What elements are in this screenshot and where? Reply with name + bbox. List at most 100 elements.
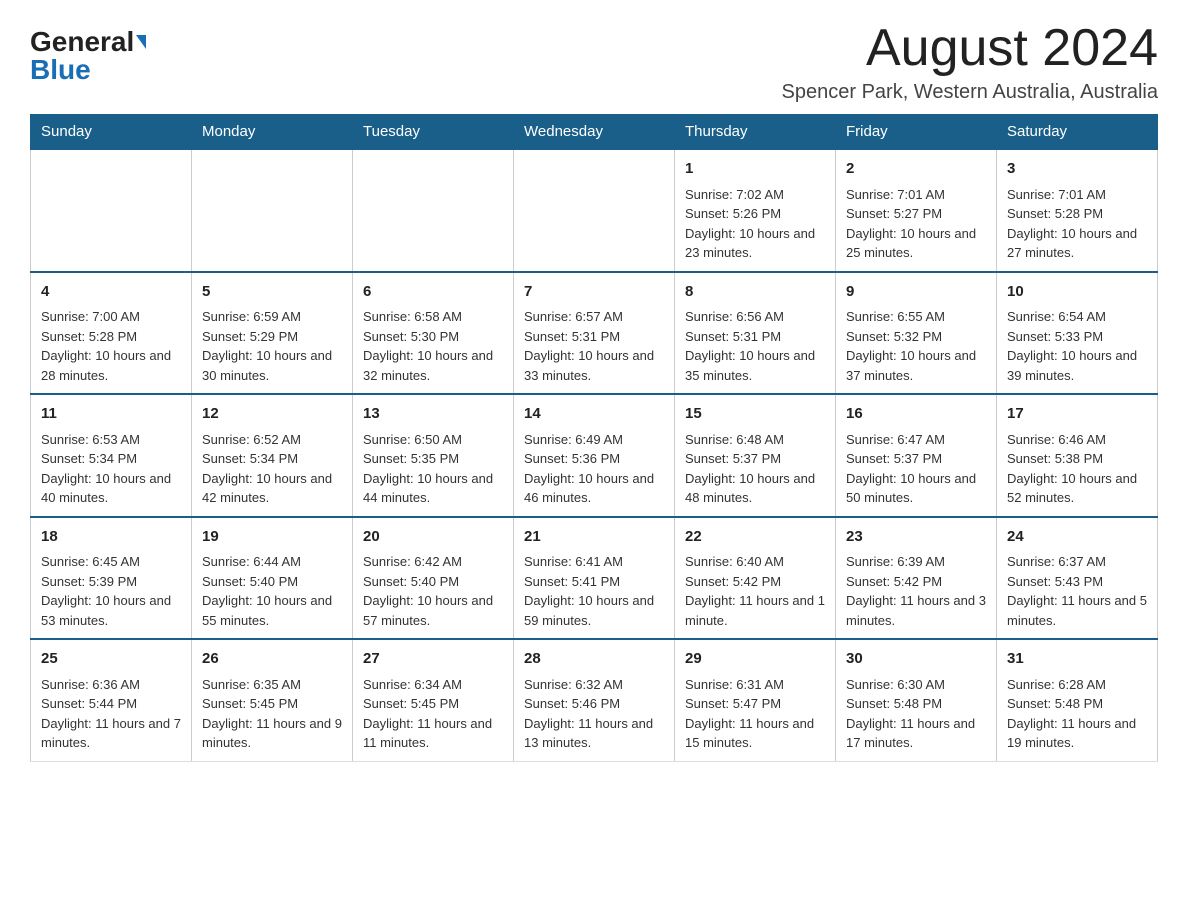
calendar-cell: 20 Sunrise: 6:42 AMSunset: 5:40 PMDayligh… (353, 517, 514, 640)
calendar-cell: 9 Sunrise: 6:55 AMSunset: 5:32 PMDaylight… (836, 272, 997, 395)
weekday-header-monday: Monday (192, 115, 353, 150)
calendar-cell: 10 Sunrise: 6:54 AMSunset: 5:33 PMDayligh… (997, 272, 1158, 395)
calendar-cell: 12 Sunrise: 6:52 AMSunset: 5:34 PMDayligh… (192, 394, 353, 517)
logo: General Blue (30, 28, 146, 84)
day-number: 3 (1007, 158, 1147, 181)
day-info: Sunrise: 6:32 AMSunset: 5:46 PMDaylight:… (524, 675, 664, 753)
day-info: Sunrise: 6:30 AMSunset: 5:48 PMDaylight:… (846, 675, 986, 753)
day-info: Sunrise: 6:28 AMSunset: 5:48 PMDaylight:… (1007, 675, 1147, 753)
calendar-cell: 16 Sunrise: 6:47 AMSunset: 5:37 PMDayligh… (836, 394, 997, 517)
calendar-cell (353, 149, 514, 272)
day-info: Sunrise: 6:44 AMSunset: 5:40 PMDaylight:… (202, 552, 342, 630)
calendar-cell: 30 Sunrise: 6:30 AMSunset: 5:48 PMDayligh… (836, 639, 997, 761)
calendar-cell (514, 149, 675, 272)
day-number: 10 (1007, 281, 1147, 304)
day-info: Sunrise: 6:55 AMSunset: 5:32 PMDaylight:… (846, 307, 986, 385)
day-number: 24 (1007, 526, 1147, 549)
calendar-cell: 28 Sunrise: 6:32 AMSunset: 5:46 PMDayligh… (514, 639, 675, 761)
weekday-header-saturday: Saturday (997, 115, 1158, 150)
day-info: Sunrise: 6:45 AMSunset: 5:39 PMDaylight:… (41, 552, 181, 630)
day-number: 18 (41, 526, 181, 549)
calendar-cell: 24 Sunrise: 6:37 AMSunset: 5:43 PMDayligh… (997, 517, 1158, 640)
day-number: 7 (524, 281, 664, 304)
day-info: Sunrise: 6:31 AMSunset: 5:47 PMDaylight:… (685, 675, 825, 753)
calendar-cell: 3Sunrise: 7:01 AMSunset: 5:28 PMDaylight… (997, 149, 1158, 272)
day-number: 23 (846, 526, 986, 549)
day-number: 28 (524, 648, 664, 671)
calendar-table: SundayMondayTuesdayWednesdayThursdayFrid… (30, 114, 1158, 762)
day-number: 31 (1007, 648, 1147, 671)
day-info: Sunrise: 6:57 AMSunset: 5:31 PMDaylight:… (524, 307, 664, 385)
day-info: Sunrise: 7:01 AMSunset: 5:27 PMDaylight:… (846, 185, 986, 263)
calendar-week-row: 1 Sunrise: 7:02 AMSunset: 5:26 PMDaylight… (31, 149, 1158, 272)
day-number: 5 (202, 281, 342, 304)
calendar-title: August 2024 (782, 20, 1158, 77)
weekday-header-wednesday: Wednesday (514, 115, 675, 150)
day-info: Sunrise: 7:00 AMSunset: 5:28 PMDaylight:… (41, 307, 181, 385)
day-info: Sunrise: 6:35 AMSunset: 5:45 PMDaylight:… (202, 675, 342, 753)
logo-blue: Blue (30, 54, 91, 85)
day-number: 22 (685, 526, 825, 549)
day-info: Sunrise: 6:58 AMSunset: 5:30 PMDaylight:… (363, 307, 503, 385)
day-info: Sunrise: 6:34 AMSunset: 5:45 PMDaylight:… (363, 675, 503, 753)
calendar-cell: 22 Sunrise: 6:40 AMSunset: 5:42 PMDayligh… (675, 517, 836, 640)
day-number: 16 (846, 403, 986, 426)
day-info: Sunrise: 6:53 AMSunset: 5:34 PMDaylight:… (41, 430, 181, 508)
day-info: Sunrise: 6:50 AMSunset: 5:35 PMDaylight:… (363, 430, 503, 508)
day-number: 27 (363, 648, 503, 671)
calendar-cell: 8 Sunrise: 6:56 AMSunset: 5:31 PMDaylight… (675, 272, 836, 395)
day-number: 11 (41, 403, 181, 426)
calendar-cell: 7 Sunrise: 6:57 AMSunset: 5:31 PMDaylight… (514, 272, 675, 395)
day-info: Sunrise: 6:48 AMSunset: 5:37 PMDaylight:… (685, 430, 825, 508)
calendar-cell: 5 Sunrise: 6:59 AMSunset: 5:29 PMDaylight… (192, 272, 353, 395)
day-number: 9 (846, 281, 986, 304)
day-number: 8 (685, 281, 825, 304)
day-info: Sunrise: 6:54 AMSunset: 5:33 PMDaylight:… (1007, 307, 1147, 385)
day-info: Sunrise: 6:47 AMSunset: 5:37 PMDaylight:… (846, 430, 986, 508)
calendar-week-row: 25Sunrise: 6:36 AMSunset: 5:44 PMDayligh… (31, 639, 1158, 761)
logo-general: General (30, 28, 134, 56)
calendar-cell: 17 Sunrise: 6:46 AMSunset: 5:38 PMDayligh… (997, 394, 1158, 517)
calendar-cell: 31 Sunrise: 6:28 AMSunset: 5:48 PMDayligh… (997, 639, 1158, 761)
weekday-header-thursday: Thursday (675, 115, 836, 150)
day-info: Sunrise: 6:40 AMSunset: 5:42 PMDaylight:… (685, 552, 825, 630)
calendar-week-row: 11 Sunrise: 6:53 AMSunset: 5:34 PMDayligh… (31, 394, 1158, 517)
day-number: 30 (846, 648, 986, 671)
day-number: 2 (846, 158, 986, 181)
day-number: 15 (685, 403, 825, 426)
calendar-cell: 14Sunrise: 6:49 AMSunset: 5:36 PMDayligh… (514, 394, 675, 517)
day-info: Sunrise: 6:42 AMSunset: 5:40 PMDaylight:… (363, 552, 503, 630)
calendar-cell (31, 149, 192, 272)
calendar-cell: 26Sunrise: 6:35 AMSunset: 5:45 PMDayligh… (192, 639, 353, 761)
day-number: 13 (363, 403, 503, 426)
day-number: 17 (1007, 403, 1147, 426)
day-info: Sunrise: 6:59 AMSunset: 5:29 PMDaylight:… (202, 307, 342, 385)
calendar-cell (192, 149, 353, 272)
day-number: 4 (41, 281, 181, 304)
calendar-cell: 15 Sunrise: 6:48 AMSunset: 5:37 PMDayligh… (675, 394, 836, 517)
day-number: 6 (363, 281, 503, 304)
logo-triangle-icon (136, 35, 146, 49)
title-block: August 2024 Spencer Park, Western Austra… (782, 20, 1158, 104)
day-info: Sunrise: 7:02 AMSunset: 5:26 PMDaylight:… (685, 185, 825, 263)
calendar-cell: 27 Sunrise: 6:34 AMSunset: 5:45 PMDayligh… (353, 639, 514, 761)
day-number: 12 (202, 403, 342, 426)
calendar-cell: 2 Sunrise: 7:01 AMSunset: 5:27 PMDaylight… (836, 149, 997, 272)
day-number: 1 (685, 158, 825, 181)
weekday-header-friday: Friday (836, 115, 997, 150)
day-number: 14 (524, 403, 664, 426)
weekday-header-sunday: Sunday (31, 115, 192, 150)
calendar-cell: 13 Sunrise: 6:50 AMSunset: 5:35 PMDayligh… (353, 394, 514, 517)
day-number: 19 (202, 526, 342, 549)
weekday-header-row: SundayMondayTuesdayWednesdayThursdayFrid… (31, 115, 1158, 150)
calendar-cell: 29Sunrise: 6:31 AMSunset: 5:47 PMDayligh… (675, 639, 836, 761)
day-info: Sunrise: 6:39 AMSunset: 5:42 PMDaylight:… (846, 552, 986, 630)
calendar-cell: 19 Sunrise: 6:44 AMSunset: 5:40 PMDayligh… (192, 517, 353, 640)
day-info: Sunrise: 6:52 AMSunset: 5:34 PMDaylight:… (202, 430, 342, 508)
day-number: 20 (363, 526, 503, 549)
day-info: Sunrise: 6:56 AMSunset: 5:31 PMDaylight:… (685, 307, 825, 385)
day-info: Sunrise: 6:46 AMSunset: 5:38 PMDaylight:… (1007, 430, 1147, 508)
calendar-cell: 23 Sunrise: 6:39 AMSunset: 5:42 PMDayligh… (836, 517, 997, 640)
day-info: Sunrise: 6:37 AMSunset: 5:43 PMDaylight:… (1007, 552, 1147, 630)
day-number: 21 (524, 526, 664, 549)
